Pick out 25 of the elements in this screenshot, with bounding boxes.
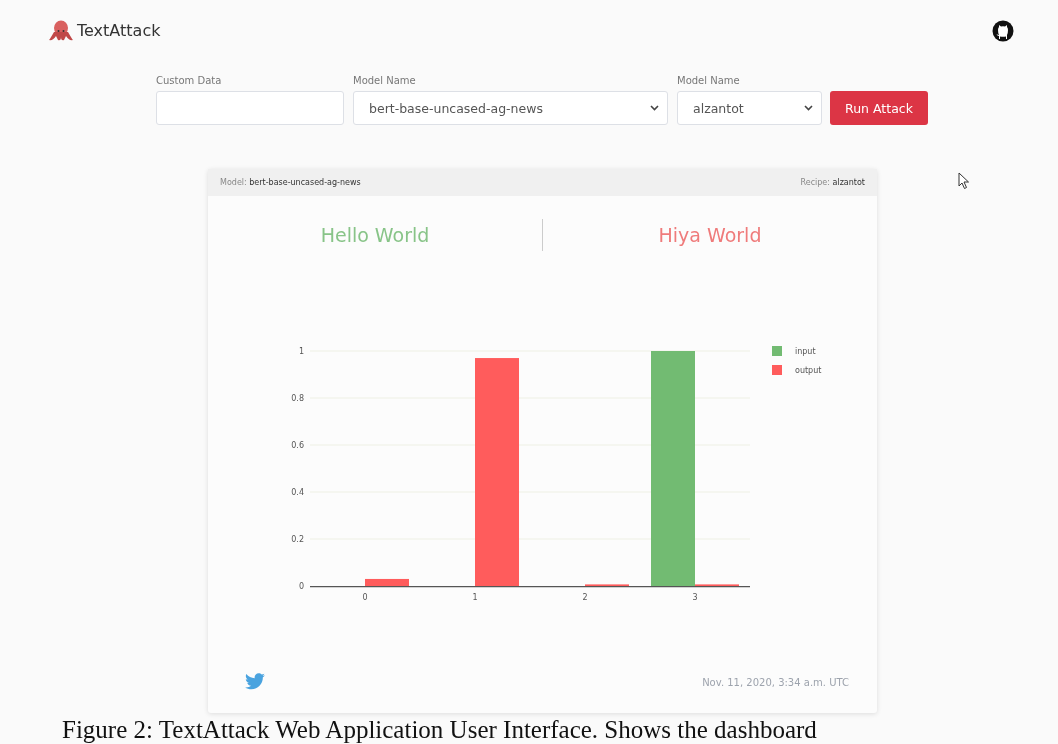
field-label: Model Name <box>677 75 741 87</box>
tick-label: 0 <box>298 582 304 592</box>
tick-label: 0.6 <box>291 441 304 451</box>
field-label: Custom Data <box>156 75 223 87</box>
tick-label: 1 <box>298 347 304 357</box>
tick-label: 3 <box>692 593 698 603</box>
tick-label: 2 <box>582 593 588 603</box>
brand-name[interactable]: TextAttack <box>77 21 161 41</box>
timestamp: Nov. 11, 2020, 3:34 a.m. UTC <box>702 676 849 688</box>
figure-caption: Figure 2: TextAttack Web Application User Interface. Shows the dashboard <box>62 716 818 744</box>
dropdown-field[interactable]: bert-base-uncased-ag-news <box>353 91 668 126</box>
tick-label: 0 <box>362 593 368 603</box>
tick-label: 1 <box>472 593 478 603</box>
tick-label: 0.4 <box>291 488 304 498</box>
tick-label: 0.8 <box>291 394 304 404</box>
recipe-text: Recipe: alzantot <box>800 178 865 188</box>
legend-label: output <box>795 366 822 376</box>
dropdown-field[interactable]: alzantot <box>677 91 822 126</box>
tick-label: 0.2 <box>291 535 304 545</box>
run-attack-button[interactable]: Run Attack <box>830 91 928 126</box>
model-text: Model: bert-base-uncased-ag-news <box>220 178 361 188</box>
sentence-text: Hello World <box>319 224 431 247</box>
sentence-text: Hiya World <box>657 224 763 247</box>
legend-label: input <box>795 347 816 357</box>
field-label: Model Name <box>353 75 417 87</box>
